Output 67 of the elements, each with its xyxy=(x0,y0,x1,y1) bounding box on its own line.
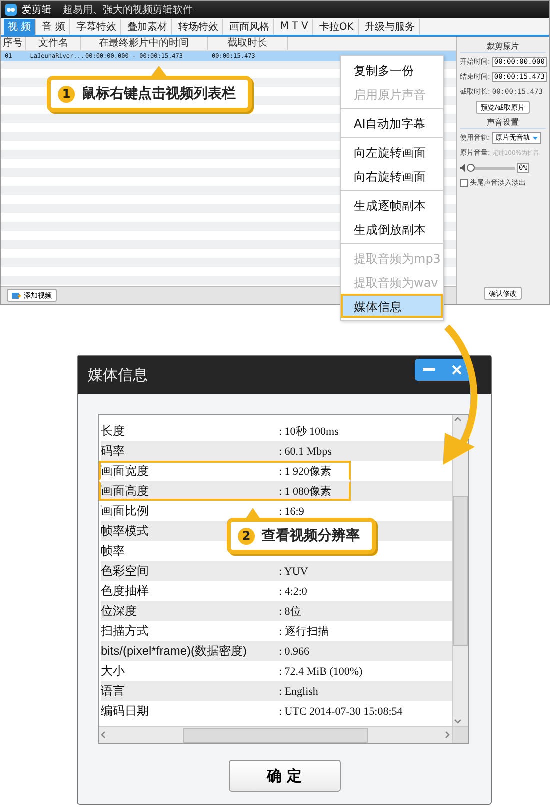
slider-thumb[interactable] xyxy=(467,164,475,172)
info-value: : 1 080像素 xyxy=(279,484,332,499)
scrollbar-thumb[interactable] xyxy=(183,728,368,742)
menu-item[interactable]: 生成倒放副本 xyxy=(341,217,443,241)
info-label: 码率 xyxy=(101,443,125,460)
tab[interactable]: 卡拉OK xyxy=(315,18,359,34)
app-title: 爱剪辑 xyxy=(22,4,52,16)
tab[interactable]: 音 频 xyxy=(38,18,70,34)
info-label: 帧率 xyxy=(101,543,125,560)
info-label: 长度 xyxy=(101,423,125,440)
section-heading: 裁剪原片 xyxy=(460,41,546,53)
info-label: 画面宽度 xyxy=(101,463,149,480)
info-label: 帧率模式 xyxy=(101,523,149,540)
menu-item[interactable]: 复制多一份 xyxy=(341,58,443,82)
tab[interactable]: 叠加素材 xyxy=(123,18,172,34)
column-header: 在最终影片中的时间 xyxy=(81,37,208,50)
step-number: 2 xyxy=(238,528,255,544)
column-header: 文件名 xyxy=(26,37,82,50)
menu-item[interactable]: 向右旋转画面 xyxy=(341,164,443,188)
info-value: : 60.1 Mbps xyxy=(279,446,332,458)
info-label: 画面高度 xyxy=(101,483,149,500)
dialog-title: 媒体信息 xyxy=(88,366,148,384)
info-value: : YUV xyxy=(279,566,308,578)
tab[interactable]: 转场特效 xyxy=(174,18,224,34)
info-value: : 0.966 xyxy=(279,646,310,658)
info-label: 扫描方式 xyxy=(101,623,149,640)
info-value: : 10秒 100ms xyxy=(279,425,339,439)
info-label: 语言 xyxy=(101,683,125,700)
callout-text: 鼠标右键点击视频列表栏 xyxy=(82,85,236,103)
info-label: 位深度 xyxy=(101,603,137,620)
tab[interactable]: 字幕特效 xyxy=(72,18,122,34)
tab[interactable]: 升级与服务 xyxy=(360,18,420,34)
menu-item[interactable]: 向左旋转画面 xyxy=(341,140,443,164)
scrollbar-thumb[interactable] xyxy=(453,496,468,646)
menu-item[interactable]: 媒体信息 xyxy=(341,294,443,318)
minimize-icon xyxy=(423,368,435,372)
app-slogan: 超易用、强大的视频剪辑软件 xyxy=(63,4,193,16)
tab[interactable]: M T V xyxy=(276,18,314,34)
info-label: 编码日期 xyxy=(101,703,149,720)
section-heading: 声音设置 xyxy=(460,117,546,129)
ok-button[interactable]: 确 定 xyxy=(228,760,340,792)
column-header: 截取时长 xyxy=(208,37,288,50)
info-value: : 72.4 MiB (100%) xyxy=(279,666,363,678)
step-number: 1 xyxy=(58,86,75,102)
info-value: : English xyxy=(279,686,318,698)
dropdown-icon xyxy=(533,136,538,140)
close-icon xyxy=(452,365,462,375)
callout-text: 查看视频分辨率 xyxy=(262,527,360,545)
tab[interactable]: 画面风格 xyxy=(225,18,274,34)
column-header: 序号 xyxy=(1,37,26,50)
info-value: : 1 920像素 xyxy=(279,464,332,479)
info-label: bits/(pixel*frame)(数据密度) xyxy=(101,643,248,660)
info-value: : 16:9 xyxy=(279,506,304,518)
info-value: : 逐行扫描 xyxy=(279,625,329,639)
checkbox[interactable] xyxy=(460,179,468,187)
menu-item[interactable]: 生成逐帧副本 xyxy=(341,193,443,217)
minimize-button[interactable] xyxy=(415,359,443,381)
info-label: 色彩空间 xyxy=(101,563,149,580)
info-value: : UTC 2014-07-30 15:08:54 xyxy=(279,706,403,718)
menu-item[interactable]: AI自动加字幕 xyxy=(341,111,443,135)
info-label: 画面比例 xyxy=(101,503,149,520)
info-value: : 4:2:0 xyxy=(279,586,308,598)
logo-icon xyxy=(5,4,17,16)
info-label: 大小 xyxy=(101,663,125,680)
info-label: 色度抽样 xyxy=(101,583,149,600)
add-video-icon xyxy=(12,292,21,300)
info-value: : 8位 xyxy=(279,605,302,619)
